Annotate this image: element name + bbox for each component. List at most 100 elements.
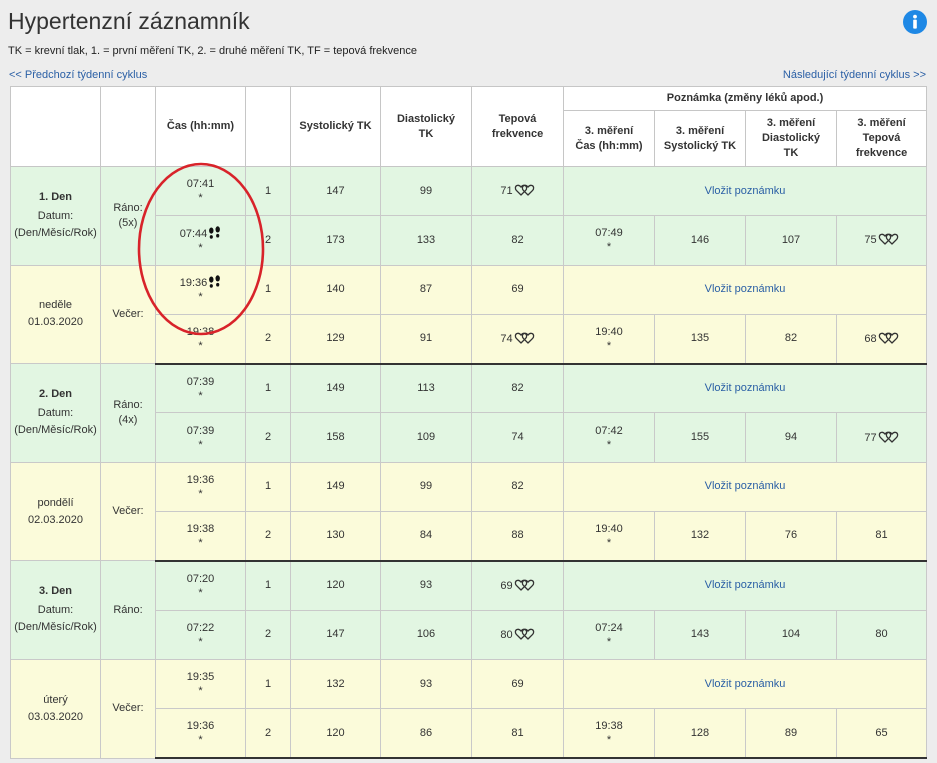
time-value: 07:39 bbox=[186, 375, 215, 388]
time-line: 19:36 bbox=[158, 275, 243, 291]
time-marker: * bbox=[198, 339, 203, 352]
measurement-number-text: 2 bbox=[264, 726, 272, 739]
diastolic-value: 93 bbox=[380, 559, 472, 611]
pulse-value: 82 bbox=[471, 362, 564, 414]
period-label: Večer: bbox=[112, 307, 144, 320]
third-pulse-value-text: 65 bbox=[875, 726, 888, 739]
pulse-value-text: 74 bbox=[500, 332, 513, 345]
time-line: 07:24 bbox=[566, 621, 652, 636]
time-marker: * bbox=[606, 734, 612, 747]
add-note-link[interactable]: Vložit poznámku bbox=[705, 579, 786, 591]
date-caption: Datum: bbox=[37, 406, 74, 419]
systolic-value-text: 140 bbox=[326, 283, 345, 296]
note-cell: Vložit poznámku bbox=[562, 264, 928, 315]
diastolic-value-text: 91 bbox=[419, 332, 433, 345]
third-diastolic-value: 82 bbox=[745, 313, 837, 365]
double-heart-icon bbox=[514, 331, 535, 345]
diastolic-value-text: 93 bbox=[419, 579, 433, 592]
time-value: 19:36 bbox=[186, 473, 215, 486]
pulse-value-text: 82 bbox=[511, 233, 524, 246]
period-label: Ráno: bbox=[113, 398, 143, 411]
diastolic-value: 87 bbox=[380, 264, 472, 315]
time-value: 19:36 bbox=[186, 720, 215, 733]
third-diastolic-value: 89 bbox=[745, 708, 837, 760]
time-marker: * bbox=[198, 536, 203, 549]
previous-week-link[interactable]: << Předchozí týdenní cyklus bbox=[9, 69, 147, 82]
systolic-value: 147 bbox=[290, 165, 381, 217]
add-note-link[interactable]: Vložit poznámku bbox=[705, 480, 786, 492]
date-caption: Datum: bbox=[37, 604, 74, 617]
time-value: 19:38 bbox=[186, 325, 215, 338]
third-systolic-value-text: 135 bbox=[690, 332, 710, 345]
time-marker: * bbox=[198, 389, 203, 402]
day-label-cell: 3. Den Datum: (Den/Měsíc/Rok) bbox=[10, 560, 101, 660]
next-week-link[interactable]: Následující týdenní cyklus >> bbox=[783, 69, 926, 82]
pulse-value-text: 82 bbox=[511, 382, 524, 395]
blood-pressure-log-table: Čas (hh:mm) Systolický TK Diastolický TK… bbox=[10, 86, 928, 760]
add-note-link[interactable]: Vložit poznámku bbox=[705, 283, 786, 295]
time-value: 19:38 bbox=[595, 720, 623, 733]
day-label-cell: 1. Den Datum: (Den/Měsíc/Rok) bbox=[10, 166, 101, 266]
third-diastolic-value: 107 bbox=[745, 215, 837, 266]
time-cell: 07:39 * bbox=[155, 362, 246, 414]
third-diastolic-value-text: 89 bbox=[784, 726, 798, 739]
measurement-number: 1 bbox=[245, 559, 291, 611]
add-note-link[interactable]: Vložit poznámku bbox=[705, 185, 786, 197]
measurement-number: 2 bbox=[245, 313, 291, 365]
third-pulse-value: 80 bbox=[835, 609, 928, 660]
third-diastolic-value-text: 76 bbox=[784, 529, 798, 542]
time-line: 07:39 bbox=[158, 424, 243, 439]
header-day bbox=[10, 86, 101, 167]
diastolic-value: 99 bbox=[380, 165, 472, 217]
period-cell: Večer: bbox=[100, 461, 156, 562]
day-label-cell: 2. Den Datum: (Den/Měsíc/Rok) bbox=[10, 363, 101, 463]
measurement-number: 2 bbox=[245, 609, 291, 660]
time-value: 07:42 bbox=[595, 424, 623, 437]
double-heart-icon bbox=[878, 331, 899, 345]
measurement-number-text: 2 bbox=[264, 332, 272, 345]
time-value: 19:38 bbox=[186, 522, 215, 535]
diastolic-value: 91 bbox=[380, 313, 472, 365]
third-diastolic-value-text: 104 bbox=[781, 628, 801, 641]
note-cell: Vložit poznámku bbox=[562, 461, 928, 513]
add-note-link[interactable]: Vložit poznámku bbox=[705, 382, 786, 394]
diastolic-value: 93 bbox=[380, 658, 472, 710]
info-icon[interactable] bbox=[903, 10, 927, 34]
header-label: Čas (hh:mm) bbox=[166, 120, 235, 132]
day-title: 2. Den bbox=[38, 387, 72, 400]
third-systolic-value: 155 bbox=[654, 412, 746, 463]
diastolic-value: 86 bbox=[380, 708, 472, 760]
measurement-number: 2 bbox=[245, 708, 291, 760]
measurement-number-text: 2 bbox=[264, 529, 272, 542]
time-line: 19:36 bbox=[158, 719, 243, 734]
day-date-cell: neděle 01.03.2020 bbox=[10, 264, 101, 365]
pulse-value: 88 bbox=[471, 511, 564, 562]
time-cell: 19:36 * bbox=[155, 708, 246, 760]
third-diastolic-value-text: 107 bbox=[781, 233, 801, 246]
third-pulse-value-text: 68 bbox=[864, 332, 877, 345]
time-cell: 19:36 * bbox=[155, 264, 246, 315]
third-time-cell: 07:49 * bbox=[563, 215, 655, 266]
systolic-value-text: 149 bbox=[326, 382, 345, 395]
systolic-value-text: 149 bbox=[326, 480, 345, 493]
date: 02.03.2020 bbox=[27, 513, 84, 526]
time-line: 07:42 bbox=[566, 424, 652, 439]
time-line: 07:41 bbox=[158, 177, 243, 192]
diastolic-value: 84 bbox=[380, 511, 472, 562]
systolic-value-text: 129 bbox=[326, 332, 345, 345]
double-heart-icon bbox=[878, 430, 899, 444]
diastolic-value: 99 bbox=[380, 461, 472, 513]
systolic-value: 149 bbox=[290, 461, 381, 513]
double-heart-icon bbox=[514, 627, 535, 641]
pulse-value-text: 69 bbox=[500, 579, 513, 592]
add-note-link[interactable]: Vložit poznámku bbox=[705, 678, 786, 690]
time-cell: 07:20 * bbox=[155, 559, 246, 611]
time-cell: 19:38 * bbox=[155, 313, 246, 365]
measurement-row: neděle 01.03.2020 Večer: 19:36 * 1 140 87 69 Vlož… bbox=[10, 264, 928, 365]
time-value: 07:41 bbox=[186, 178, 215, 191]
third-time-cell: 07:24 * bbox=[563, 609, 655, 660]
header-label: Diastolický bbox=[761, 132, 821, 144]
measurement-row: 1. Den Datum: (Den/Měsíc/Rok) Ráno: (5x) 07:4… bbox=[10, 165, 928, 266]
pulse-value-text: 69 bbox=[511, 677, 524, 690]
time-marker: * bbox=[198, 734, 203, 747]
